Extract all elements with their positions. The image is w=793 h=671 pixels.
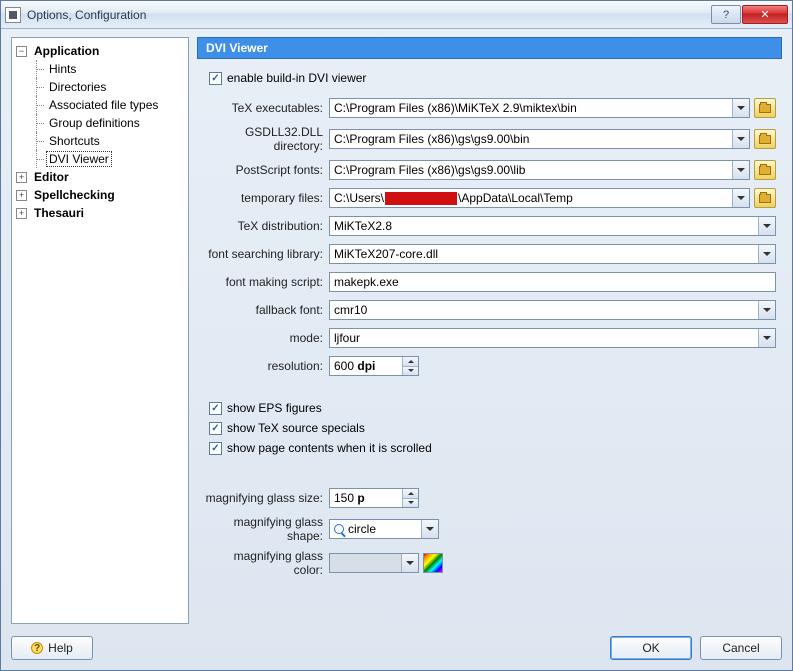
font-library-input[interactable]: MiKTeX207-core.dll bbox=[329, 244, 776, 264]
tex-distribution-input[interactable]: MiKTeX2.8 bbox=[329, 216, 776, 236]
mode-label: mode: bbox=[203, 331, 329, 345]
window-controls: ? ✕ bbox=[710, 5, 788, 24]
dropdown-icon[interactable] bbox=[732, 99, 749, 117]
mag-shape-input[interactable]: circle bbox=[329, 519, 439, 539]
show-eps-checkbox[interactable]: ✓ show EPS figures bbox=[209, 399, 776, 417]
folder-icon bbox=[759, 135, 771, 144]
browse-button[interactable] bbox=[754, 160, 776, 180]
category-tree[interactable]: − Application Hints Directories Associat… bbox=[11, 37, 189, 624]
dialog-button-bar: ? Help OK Cancel bbox=[1, 630, 792, 670]
expand-icon[interactable]: + bbox=[16, 172, 27, 183]
checkbox-icon: ✓ bbox=[209, 402, 222, 415]
browse-button[interactable] bbox=[754, 129, 776, 149]
mag-size-label: magnifying glass size: bbox=[203, 491, 329, 505]
settings-panel: DVI Viewer ✓ enable build-in DVI viewer … bbox=[197, 37, 782, 624]
font-script-input[interactable]: makepk.exe bbox=[329, 272, 776, 292]
ok-button[interactable]: OK bbox=[610, 636, 692, 660]
tex-executables-label: TeX executables: bbox=[203, 101, 329, 115]
dropdown-icon[interactable] bbox=[421, 520, 438, 538]
enable-builtin-checkbox[interactable]: ✓ enable build-in DVI viewer bbox=[209, 69, 776, 87]
tree-node-dvi-viewer[interactable]: DVI Viewer bbox=[14, 150, 186, 168]
window-title: Options, Configuration bbox=[27, 8, 710, 22]
tree-node-spellchecking[interactable]: +Spellchecking bbox=[14, 186, 186, 204]
checkbox-icon: ✓ bbox=[209, 442, 222, 455]
dropdown-icon[interactable] bbox=[758, 301, 775, 319]
postscript-fonts-label: PostScript fonts: bbox=[203, 163, 329, 177]
color-picker-button[interactable] bbox=[423, 553, 443, 573]
fallback-font-input[interactable]: cmr10 bbox=[329, 300, 776, 320]
dropdown-icon[interactable] bbox=[758, 245, 775, 263]
tree-node-group-definitions[interactable]: Group definitions bbox=[14, 114, 186, 132]
color-swatch bbox=[330, 554, 401, 572]
gsdll-dir-label: GSDLL32.DLL directory: bbox=[203, 125, 329, 153]
tree-label: Application bbox=[31, 43, 102, 59]
spin-down-icon[interactable] bbox=[403, 499, 418, 508]
tex-distribution-label: TeX distribution: bbox=[203, 219, 329, 233]
browse-button[interactable] bbox=[754, 98, 776, 118]
tree-node-thesauri[interactable]: +Thesauri bbox=[14, 204, 186, 222]
help-icon: ? bbox=[31, 642, 43, 654]
form-area: ✓ enable build-in DVI viewer TeX executa… bbox=[197, 59, 782, 624]
dropdown-icon[interactable] bbox=[758, 217, 775, 235]
checkbox-label: enable build-in DVI viewer bbox=[227, 71, 366, 85]
help-window-button[interactable]: ? bbox=[711, 5, 741, 24]
mag-color-label: magnifying glass color: bbox=[203, 549, 329, 577]
dropdown-icon[interactable] bbox=[732, 189, 749, 207]
app-icon bbox=[5, 7, 21, 23]
dropdown-icon[interactable] bbox=[732, 130, 749, 148]
tree-node-associated-file-types[interactable]: Associated file types bbox=[14, 96, 186, 114]
expand-icon[interactable]: + bbox=[16, 208, 27, 219]
resolution-input[interactable]: 600 dpi bbox=[329, 356, 419, 376]
tree-node-hints[interactable]: Hints bbox=[14, 60, 186, 78]
resolution-label: resolution: bbox=[203, 359, 329, 373]
mode-input[interactable]: ljfour bbox=[329, 328, 776, 348]
dropdown-icon[interactable] bbox=[401, 554, 418, 572]
options-dialog: Options, Configuration ? ✕ − Application… bbox=[0, 0, 793, 671]
postscript-fonts-input[interactable]: C:\Program Files (x86)\gs\gs9.00\lib bbox=[329, 160, 750, 180]
folder-icon bbox=[759, 104, 771, 113]
show-tex-specials-checkbox[interactable]: ✓ show TeX source specials bbox=[209, 419, 776, 437]
folder-icon bbox=[759, 194, 771, 203]
mag-color-input[interactable] bbox=[329, 553, 419, 573]
checkbox-icon: ✓ bbox=[209, 72, 222, 85]
section-header: DVI Viewer bbox=[197, 37, 782, 59]
show-page-scroll-checkbox[interactable]: ✓ show page contents when it is scrolled bbox=[209, 439, 776, 457]
temp-files-label: temporary files: bbox=[203, 191, 329, 205]
tree-node-application[interactable]: − Application bbox=[14, 42, 186, 60]
dropdown-icon[interactable] bbox=[758, 329, 775, 347]
redacted-text: xxxx bbox=[385, 192, 457, 205]
tree-node-directories[interactable]: Directories bbox=[14, 78, 186, 96]
close-window-button[interactable]: ✕ bbox=[742, 5, 788, 24]
titlebar: Options, Configuration ? ✕ bbox=[1, 1, 792, 29]
fallback-font-label: fallback font: bbox=[203, 303, 329, 317]
temp-files-input[interactable]: C:\Users\xxxx\AppData\Local\Temp bbox=[329, 188, 750, 208]
collapse-icon[interactable]: − bbox=[16, 46, 27, 57]
font-library-label: font searching library: bbox=[203, 247, 329, 261]
spin-up-icon[interactable] bbox=[403, 489, 418, 499]
content-area: − Application Hints Directories Associat… bbox=[1, 29, 792, 630]
spin-down-icon[interactable] bbox=[403, 367, 418, 376]
tex-executables-input[interactable]: C:\Program Files (x86)\MiKTeX 2.9\miktex… bbox=[329, 98, 750, 118]
expand-icon[interactable]: + bbox=[16, 190, 27, 201]
folder-icon bbox=[759, 166, 771, 175]
browse-button[interactable] bbox=[754, 188, 776, 208]
font-script-label: font making script: bbox=[203, 275, 329, 289]
magnifier-icon bbox=[334, 524, 344, 534]
spin-up-icon[interactable] bbox=[403, 357, 418, 367]
cancel-button[interactable]: Cancel bbox=[700, 636, 782, 660]
dropdown-icon[interactable] bbox=[732, 161, 749, 179]
gsdll-dir-input[interactable]: C:\Program Files (x86)\gs\gs9.00\bin bbox=[329, 129, 750, 149]
checkbox-icon: ✓ bbox=[209, 422, 222, 435]
help-button[interactable]: ? Help bbox=[11, 636, 93, 660]
tree-node-editor[interactable]: +Editor bbox=[14, 168, 186, 186]
tree-node-shortcuts[interactable]: Shortcuts bbox=[14, 132, 186, 150]
mag-size-input[interactable]: 150 p bbox=[329, 488, 419, 508]
mag-shape-label: magnifying glass shape: bbox=[203, 515, 329, 543]
